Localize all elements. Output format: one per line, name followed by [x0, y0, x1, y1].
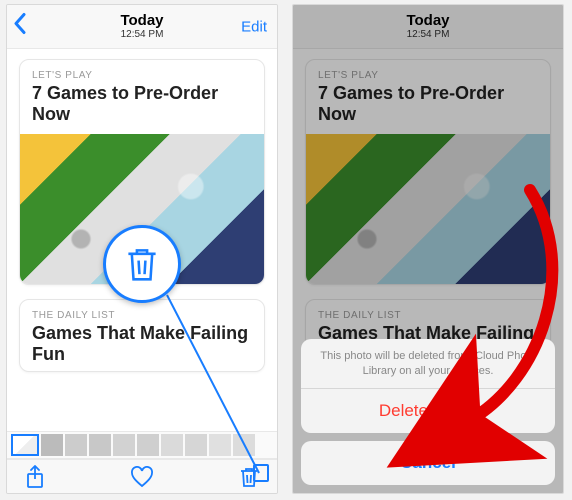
share-icon — [25, 465, 45, 489]
trash-callout — [103, 225, 181, 303]
thumbnail[interactable] — [89, 434, 111, 456]
back-button[interactable] — [13, 12, 27, 41]
phone-left: Today 12:54 PM Edit LET'S PLAY 7 Games t… — [6, 4, 278, 494]
app-store-card[interactable]: THE DAILY LIST Games That Make Failing F… — [19, 299, 265, 371]
cancel-button[interactable]: Cancel — [301, 441, 555, 485]
action-sheet: This photo will be deleted from iCloud P… — [301, 339, 555, 485]
card-kicker: THE DAILY LIST — [20, 300, 264, 321]
trash-button[interactable] — [239, 466, 259, 488]
thumbnail[interactable] — [137, 434, 159, 456]
thumbnail[interactable] — [233, 434, 255, 456]
thumbnail[interactable] — [113, 434, 135, 456]
thumbnail-strip[interactable] — [7, 431, 277, 459]
thumbnail[interactable] — [65, 434, 87, 456]
card-kicker: LET'S PLAY — [20, 60, 264, 81]
phone-right: Today 12:54 PM LET'S PLAY 7 Games to Pre… — [292, 4, 564, 494]
action-sheet-group: This photo will be deleted from iCloud P… — [301, 339, 555, 433]
card-headline: Games That Make Failing Fun — [20, 321, 264, 370]
thumbnail[interactable] — [209, 434, 231, 456]
edit-button[interactable]: Edit — [241, 18, 267, 35]
chevron-back-icon — [13, 12, 27, 34]
nav-title: Today — [120, 13, 163, 30]
thumbnail[interactable] — [185, 434, 207, 456]
delete-photo-button[interactable]: Delete Photo — [301, 389, 555, 433]
photo-toolbar — [7, 459, 277, 493]
thumbnail[interactable] — [41, 434, 63, 456]
heart-icon — [130, 466, 154, 488]
thumbnail[interactable] — [161, 434, 183, 456]
nav-bar: Today 12:54 PM Edit — [7, 5, 277, 49]
trash-icon — [239, 466, 259, 488]
action-sheet-message: This photo will be deleted from iCloud P… — [301, 339, 555, 388]
share-button[interactable] — [25, 465, 45, 489]
thumbnail-selected[interactable] — [11, 434, 39, 456]
card-headline: 7 Games to Pre-Order Now — [20, 81, 264, 134]
nav-subtitle: 12:54 PM — [120, 29, 163, 40]
trash-icon — [125, 245, 159, 283]
nav-title-block: Today 12:54 PM — [120, 13, 163, 41]
favorite-button[interactable] — [130, 466, 154, 488]
